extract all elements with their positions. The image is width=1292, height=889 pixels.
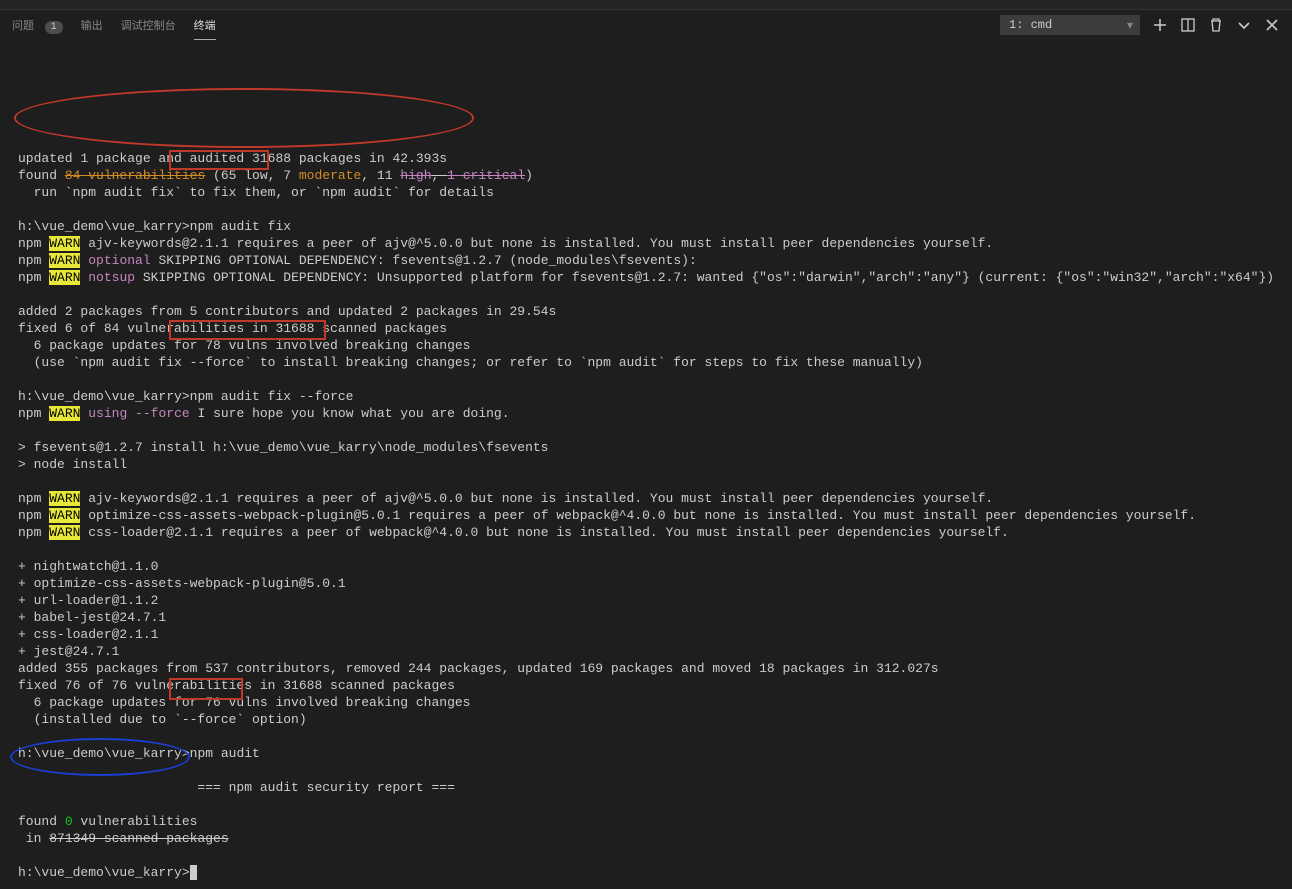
term-line: (use `npm audit fix --force` to install … bbox=[18, 355, 923, 370]
term-line: + nightwatch@1.1.0 bbox=[18, 559, 158, 574]
term-line: npm bbox=[18, 253, 49, 268]
term-line: npm bbox=[18, 508, 49, 523]
term-line: 84 vulnerabilities bbox=[65, 168, 205, 183]
problems-badge: 1 bbox=[45, 21, 63, 34]
term-line: added 355 packages from 537 contributors… bbox=[18, 661, 939, 676]
term-line: 6 package updates for 78 vulns involved … bbox=[18, 338, 470, 353]
term-line: , bbox=[432, 168, 448, 183]
term-line: + optimize-css-assets-webpack-plugin@5.0… bbox=[18, 576, 346, 591]
term-line: > fsevents@1.2.7 install h:\vue_demo\vue… bbox=[18, 440, 549, 455]
term-line: npm bbox=[18, 236, 49, 251]
term-line: npm bbox=[18, 525, 49, 540]
term-line: using --force bbox=[88, 406, 189, 421]
panel-tab-bar: 问题 1 输出 调试控制台 终端 1: cmd bbox=[0, 10, 1292, 40]
term-line: ) bbox=[525, 168, 533, 183]
panel-toolbar: 1: cmd bbox=[1000, 15, 1280, 35]
prompt: h:\vue_demo\vue_karry> bbox=[18, 389, 190, 404]
cmd: npm audit fix --force bbox=[190, 389, 354, 404]
prompt: h:\vue_demo\vue_karry> bbox=[18, 746, 190, 761]
term-line: fixed 6 of 84 vulnerabilities in 31688 s… bbox=[18, 321, 447, 336]
term-line: added 2 packages from 5 contributors and… bbox=[18, 304, 556, 319]
cmd: npm audit fix bbox=[190, 219, 291, 234]
split-icon[interactable] bbox=[1180, 17, 1196, 33]
prompt: h:\vue_demo\vue_karry> bbox=[18, 865, 190, 880]
term-line: found bbox=[18, 814, 65, 829]
term-line: css-loader@2.1.1 requires a peer of webp… bbox=[80, 525, 1008, 540]
term-line: 0 bbox=[65, 814, 73, 829]
editor-tab-strip bbox=[0, 0, 1292, 10]
term-line: SKIPPING OPTIONAL DEPENDENCY: Unsupporte… bbox=[135, 270, 1274, 285]
tab-debug-console[interactable]: 调试控制台 bbox=[121, 11, 176, 39]
term-line: 871349 scanned packages bbox=[49, 831, 228, 846]
term-line: ajv-keywords@2.1.1 requires a peer of aj… bbox=[80, 236, 993, 251]
term-line: === npm audit security report === bbox=[18, 780, 455, 795]
chevron-down-icon[interactable] bbox=[1236, 17, 1252, 33]
term-line: I sure hope you know what you are doing. bbox=[190, 406, 510, 421]
term-line: (65 low, 7 bbox=[205, 168, 299, 183]
terminal-selector[interactable]: 1: cmd bbox=[1000, 15, 1140, 35]
term-line: in bbox=[18, 831, 49, 846]
term-line: + css-loader@2.1.1 bbox=[18, 627, 158, 642]
prompt: h:\vue_demo\vue_karry> bbox=[18, 219, 190, 234]
term-line: fixed 76 of 76 vulnerabilities in 31688 … bbox=[18, 678, 455, 693]
term-line: optional bbox=[88, 253, 150, 268]
warn-tag: WARN bbox=[49, 253, 80, 268]
warn-tag: WARN bbox=[49, 236, 80, 251]
term-line: found bbox=[18, 168, 65, 183]
term-line: run `npm audit fix` to fix them, or `npm… bbox=[18, 185, 494, 200]
term-line: > node install bbox=[18, 457, 127, 472]
warn-tag: WARN bbox=[49, 270, 80, 285]
term-line: npm bbox=[18, 491, 49, 506]
cmd: npm audit bbox=[190, 746, 260, 761]
plus-icon[interactable] bbox=[1152, 17, 1168, 33]
annotation-oval-1 bbox=[14, 88, 474, 148]
term-line: vulnerabilities bbox=[73, 814, 198, 829]
term-line: ajv-keywords@2.1.1 requires a peer of aj… bbox=[80, 491, 993, 506]
term-line: SKIPPING OPTIONAL DEPENDENCY: fsevents@1… bbox=[151, 253, 697, 268]
term-line: 6 package updates for 76 vulns involved … bbox=[18, 695, 470, 710]
tab-problems[interactable]: 问题 1 bbox=[12, 11, 63, 39]
warn-tag: WARN bbox=[49, 508, 80, 523]
term-line: + jest@24.7.1 bbox=[18, 644, 119, 659]
close-icon[interactable] bbox=[1264, 17, 1280, 33]
term-line: optimize-css-assets-webpack-plugin@5.0.1… bbox=[80, 508, 1196, 523]
tab-output[interactable]: 输出 bbox=[81, 11, 103, 39]
terminal-output[interactable]: updated 1 package and audited 31688 pack… bbox=[0, 40, 1292, 889]
term-line: (installed due to `--force` option) bbox=[18, 712, 307, 727]
term-line: npm bbox=[18, 406, 49, 421]
trash-icon[interactable] bbox=[1208, 17, 1224, 33]
term-line: notsup bbox=[88, 270, 135, 285]
warn-tag: WARN bbox=[49, 406, 80, 421]
term-line: updated 1 package and audited 31688 pack… bbox=[18, 151, 447, 166]
term-line: high bbox=[400, 168, 431, 183]
tab-terminal[interactable]: 终端 bbox=[194, 11, 216, 40]
warn-tag: WARN bbox=[49, 525, 80, 540]
term-line: npm bbox=[18, 270, 49, 285]
tab-problems-label: 问题 bbox=[12, 21, 34, 33]
term-line: 1 critical bbox=[447, 168, 525, 183]
term-line: moderate bbox=[299, 168, 361, 183]
term-line: , 11 bbox=[361, 168, 400, 183]
term-line: + babel-jest@24.7.1 bbox=[18, 610, 166, 625]
warn-tag: WARN bbox=[49, 491, 80, 506]
cursor bbox=[190, 865, 197, 880]
term-line: + url-loader@1.1.2 bbox=[18, 593, 158, 608]
